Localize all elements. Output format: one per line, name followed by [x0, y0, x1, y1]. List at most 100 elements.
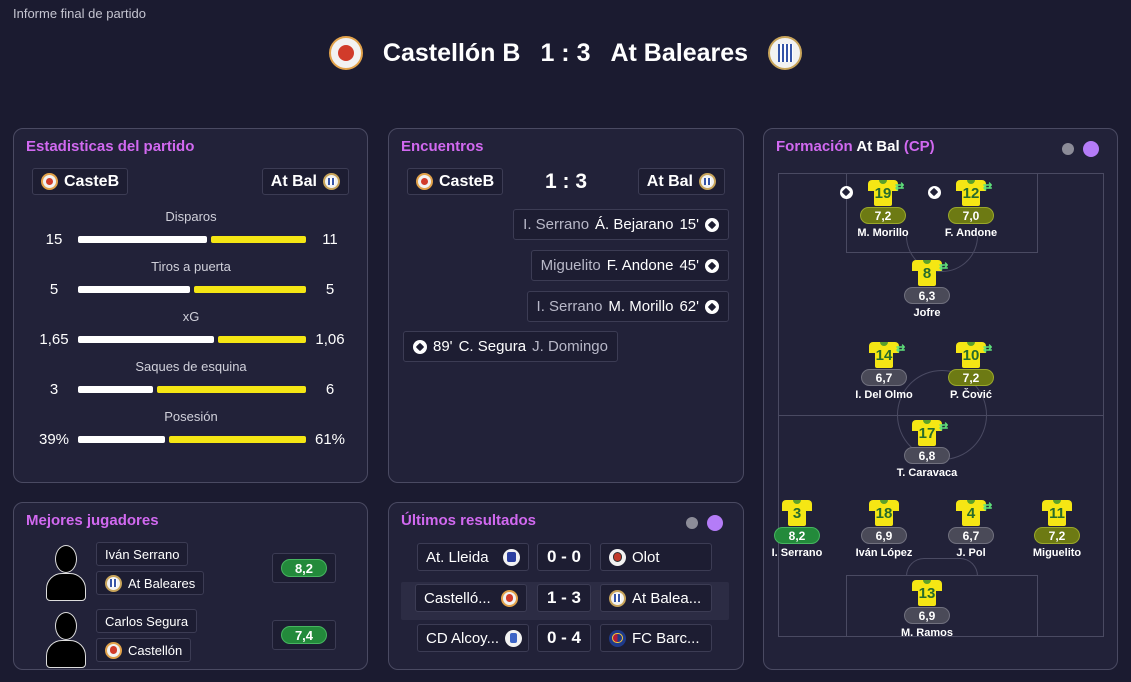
- player-team-chip[interactable]: Castellón: [96, 638, 192, 662]
- player-avatar: [46, 610, 86, 668]
- pitch-player[interactable]: 4 ⇄ 6,7 J. Pol: [936, 500, 1006, 559]
- goal-event[interactable]: 89' C. Segura J. Domingo: [403, 331, 618, 362]
- match-events-panel: Encuentros CasteB 1 : 3 At Bal I. Serran…: [388, 128, 744, 483]
- player-rating: 7,2: [860, 207, 906, 224]
- scorer-name: C. Segura: [458, 338, 527, 355]
- pitch-player[interactable]: 3 8,2 I. Serrano: [762, 500, 832, 559]
- player-name-chip[interactable]: Carlos Segura: [96, 609, 198, 633]
- pitch-player[interactable]: 12 ⇄ 7,0 F. Andone: [928, 180, 1006, 239]
- stat-away-value: 61%: [314, 431, 346, 448]
- player-name: Carlos Segura: [105, 613, 189, 629]
- substitution-icon: ⇄: [895, 181, 905, 193]
- pitch-player[interactable]: 14 ⇄ 6,7 I. Del Olmo: [849, 342, 919, 401]
- shirt-number: 4: [966, 505, 976, 522]
- page-dot-2[interactable]: [707, 515, 723, 531]
- page-dot-1[interactable]: [1062, 143, 1074, 155]
- page-dot-2[interactable]: [1083, 141, 1099, 157]
- player-rating: 6,3: [904, 287, 950, 304]
- away-team-label: At Bal: [270, 172, 317, 190]
- castellon-crest-icon: [105, 641, 122, 659]
- player-rating: 7,4: [281, 626, 327, 644]
- player-name: Iván Serrano: [105, 546, 180, 562]
- scorer-name: M. Morillo: [608, 298, 674, 315]
- player-rating: 6,9: [861, 527, 907, 544]
- formation-panel: Formación At Bal (CP) 19 ⇄ 7,2 M. Morillo 12…: [763, 128, 1118, 670]
- shirt-number: 13: [918, 585, 936, 602]
- result-away: FC Barc...: [600, 624, 712, 652]
- player-name: P. Čović: [950, 389, 992, 401]
- result-row[interactable]: Castelló... 1 - 3 At Balea...: [415, 584, 742, 616]
- stat-home-value: 1,65: [39, 331, 69, 348]
- player-team-chip[interactable]: At Baleares: [96, 571, 205, 595]
- shirt-number: 19: [874, 185, 892, 202]
- player-rating: 6,7: [948, 527, 994, 544]
- panel-title: Mejores jugadores: [26, 512, 159, 529]
- scorer-name: Á. Bejarano: [595, 216, 674, 233]
- goal-minute: 45': [679, 257, 699, 274]
- match-header: Castellón B 1 : 3 At Baleares: [0, 36, 1131, 70]
- pitch-player[interactable]: 10 ⇄ 7,2 P. Čović: [936, 342, 1006, 401]
- shirt-icon: 17: [912, 420, 942, 446]
- pitch-player[interactable]: 8 ⇄ 6,3 Jofre: [892, 260, 962, 319]
- home-team-chip[interactable]: CasteB: [32, 168, 129, 195]
- stat-away-value: 5: [325, 281, 335, 298]
- away-team-name[interactable]: At Baleares: [610, 39, 748, 68]
- shirt-number: 14: [875, 347, 893, 364]
- best-players-panel: Mejores jugadores Iván Serrano At Balear…: [13, 502, 368, 670]
- shirt-icon: 11: [1042, 500, 1072, 526]
- baleares-crest-icon: [609, 589, 626, 607]
- stat-home-bar: [78, 236, 207, 243]
- away-team-chip[interactable]: At Bal: [637, 168, 725, 195]
- away-team-label: At Bal: [646, 172, 693, 190]
- result-row[interactable]: At. Lleida 0 - 0 Olot: [417, 543, 742, 575]
- result-home: At. Lleida: [417, 543, 529, 571]
- stat-name: Disparos: [165, 209, 217, 224]
- shirt-icon: 12: [956, 180, 986, 206]
- result-row[interactable]: CD Alcoy... 0 - 4 FC Barc...: [417, 624, 742, 656]
- substitution-icon: ⇄: [896, 343, 906, 355]
- stat-home-bar: [78, 286, 190, 293]
- goal-minute: 15': [679, 216, 699, 233]
- stat-away-value: 11: [322, 231, 338, 248]
- result-home-name: CD Alcoy...: [426, 629, 500, 647]
- castellon-crest-icon: [328, 36, 363, 70]
- result-home-name: At. Lleida: [426, 548, 489, 566]
- player-name: T. Caravaca: [896, 467, 958, 479]
- home-team-name[interactable]: Castellón B: [383, 39, 521, 68]
- home-team-label: CasteB: [64, 172, 120, 190]
- stat-away-bar: [211, 236, 306, 243]
- result-home: CD Alcoy...: [417, 624, 529, 652]
- player-name: Jofre: [913, 307, 941, 319]
- shirt-icon: 3: [782, 500, 812, 526]
- bottom-penalty-arc: [906, 558, 978, 576]
- result-home-name: Castelló...: [424, 589, 491, 607]
- substitution-icon: ⇄: [983, 501, 993, 513]
- goal-event[interactable]: Miguelito F. Andone 45': [530, 250, 729, 281]
- rating-box: 7,4: [272, 620, 336, 650]
- player-name: Iván López: [855, 547, 913, 559]
- match-score: 1 : 3: [540, 38, 591, 67]
- panel-title: Formación At Bal (CP): [776, 138, 935, 155]
- pitch-player[interactable]: 18 6,9 Iván López: [849, 500, 919, 559]
- player-rating: 7,0: [948, 207, 994, 224]
- player-avatar: [46, 543, 86, 601]
- stat-away-value: 1,06: [315, 331, 345, 348]
- goal-event[interactable]: I. Serrano Á. Bejarano 15': [513, 209, 729, 240]
- player-rating: 7,2: [1034, 527, 1080, 544]
- page-dot-1[interactable]: [686, 517, 698, 529]
- shirt-number: 11: [1049, 505, 1065, 522]
- assist-name: I. Serrano: [523, 216, 590, 233]
- pitch-player[interactable]: 13 6,9 M. Ramos: [892, 580, 962, 639]
- away-team-chip[interactable]: At Bal: [261, 168, 349, 195]
- player-name-chip[interactable]: Iván Serrano: [96, 542, 189, 566]
- pitch-player[interactable]: 17 ⇄ 6,8 T. Caravaca: [892, 420, 962, 479]
- stat-away-bar: [157, 386, 306, 393]
- shirt-icon: 14: [869, 342, 899, 368]
- stat-home-bar: [78, 336, 214, 343]
- pitch-player[interactable]: 11 7,2 Miguelito: [1022, 500, 1092, 559]
- stat-home-bar: [78, 436, 165, 443]
- olot-crest-icon: [609, 548, 626, 566]
- pitch-player[interactable]: 19 ⇄ 7,2 M. Morillo: [840, 180, 918, 239]
- player-name: I. Serrano: [771, 547, 823, 559]
- goal-event[interactable]: I. Serrano M. Morillo 62': [526, 291, 729, 322]
